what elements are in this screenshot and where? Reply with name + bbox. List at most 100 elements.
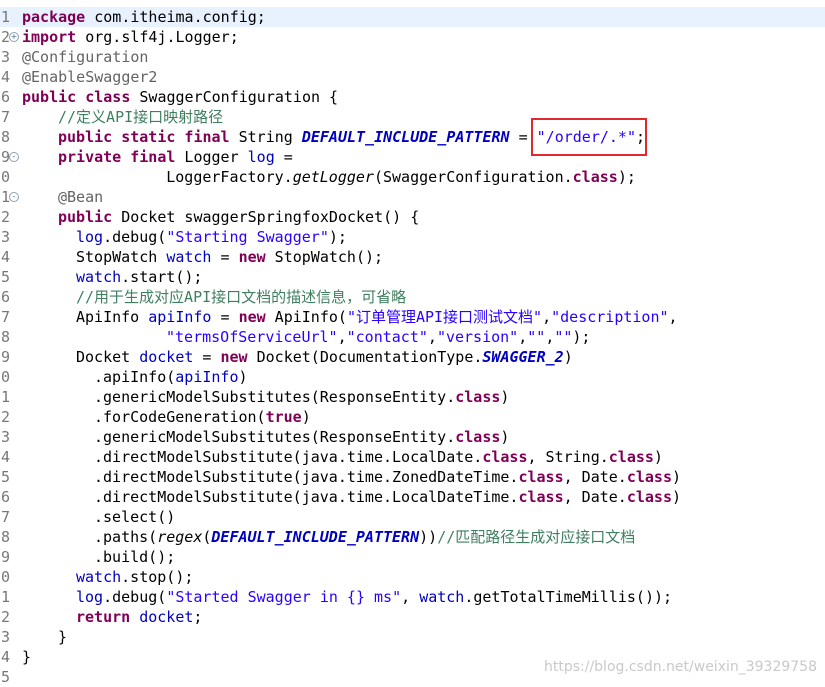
line-number: 9 bbox=[1, 548, 11, 566]
code-line[interactable]: 4 .directModelSubstitute(java.time.LocalD… bbox=[0, 447, 825, 467]
code-token: .apiInfo( bbox=[94, 368, 176, 386]
line-number: 6 bbox=[1, 288, 11, 306]
line-number: 6 bbox=[1, 88, 11, 106]
code-token: = bbox=[211, 248, 239, 266]
code-line[interactable]: 8 .paths(regex(DEFAULT_INCLUDE_PATTERN))/… bbox=[0, 527, 825, 547]
code-line[interactable]: 5 watch.start(); bbox=[0, 267, 825, 287]
code-token: log bbox=[247, 148, 275, 166]
code-token: "description" bbox=[551, 308, 669, 326]
code-token: ); bbox=[572, 328, 591, 346]
line-number: 1 bbox=[1, 8, 11, 26]
code-text: private final Logger log = bbox=[22, 147, 293, 167]
code-text: .build(); bbox=[22, 547, 175, 567]
code-text: watch.start(); bbox=[22, 267, 202, 287]
code-line[interactable]: 2 + import org.slf4j.Logger; bbox=[0, 27, 825, 47]
code-token: @EnableSwagger2 bbox=[22, 68, 158, 86]
code-line[interactable]: 3} bbox=[0, 627, 825, 647]
code-line[interactable]: 0 LoggerFactory.getLogger(SwaggerConfigu… bbox=[0, 167, 825, 187]
code-line[interactable]: 4 StopWatch watch = new StopWatch(); bbox=[0, 247, 825, 267]
line-number: 0 bbox=[1, 168, 11, 186]
code-token: , Date. bbox=[563, 468, 627, 486]
collapse-fold-icon[interactable]: - bbox=[9, 192, 19, 202]
line-number: 3 bbox=[1, 428, 11, 446]
code-line[interactable]: 6 .directModelSubstitute(java.time.LocalD… bbox=[0, 487, 825, 507]
code-token: regex bbox=[157, 528, 203, 546]
code-token: ; bbox=[193, 608, 203, 626]
code-token: (SwaggerConfiguration. bbox=[373, 168, 573, 186]
code-text: ApiInfo apiInfo = new ApiInfo("订单管理API接口… bbox=[22, 307, 678, 327]
code-token: .genericModelSubstitutes(ResponseEntity. bbox=[94, 428, 456, 446]
code-token: ) bbox=[238, 368, 248, 386]
code-line[interactable]: 3 log.debug("Starting Swagger"); bbox=[0, 227, 825, 247]
code-text: package com.itheima.config; bbox=[22, 7, 266, 27]
code-line[interactable]: 9- private final Logger log = bbox=[0, 147, 825, 167]
code-token: , bbox=[427, 328, 437, 346]
code-token: @Bean bbox=[58, 188, 104, 206]
code-text: .paths(regex(DEFAULT_INCLUDE_PATTERN))//… bbox=[22, 527, 635, 547]
code-line[interactable]: 7 //定义API接口映射路径 bbox=[0, 107, 825, 127]
code-token: org.slf4j.Logger; bbox=[85, 28, 239, 46]
line-number: 4 bbox=[1, 448, 11, 466]
code-token: String bbox=[229, 128, 302, 146]
code-token: docket bbox=[139, 608, 194, 626]
code-line[interactable]: 4 @EnableSwagger2 bbox=[0, 67, 825, 87]
code-token: )) bbox=[419, 528, 438, 546]
line-number: 4 bbox=[1, 68, 11, 86]
code-token: .getTotalTimeMillis()); bbox=[464, 588, 673, 606]
code-line[interactable]: 1 package com.itheima.config; bbox=[0, 7, 825, 27]
code-token: public class bbox=[22, 88, 131, 106]
code-token: ) bbox=[671, 488, 682, 506]
code-token: ); bbox=[328, 228, 347, 246]
code-line[interactable]: 1 log.debug("Started Swagger in {} ms", w… bbox=[0, 587, 825, 607]
code-line[interactable]: 1- @Bean bbox=[0, 187, 825, 207]
code-line[interactable]: 5 .directModelSubstitute(java.time.ZonedD… bbox=[0, 467, 825, 487]
code-line[interactable]: 9 Docket docket = new Docket(Documentatio… bbox=[0, 347, 825, 367]
code-token: Docket swaggerSpringfoxDocket() { bbox=[112, 208, 420, 226]
code-token: public bbox=[58, 208, 113, 226]
collapse-fold-icon[interactable]: - bbox=[9, 152, 19, 162]
code-text: @Bean bbox=[22, 187, 103, 207]
code-line[interactable]: 6 public class SwaggerConfiguration { bbox=[0, 87, 825, 107]
code-token: log bbox=[76, 228, 104, 246]
code-token: public static final bbox=[58, 128, 230, 146]
code-line[interactable]: 3 @Configuration bbox=[0, 47, 825, 67]
code-token: ApiInfo( bbox=[265, 308, 347, 326]
code-line[interactable]: 1 .genericModelSubstitutes(ResponseEntity… bbox=[0, 387, 825, 407]
code-line[interactable]: 8 public static final String DEFAULT_INCL… bbox=[0, 127, 825, 147]
code-token: .debug( bbox=[103, 228, 167, 246]
code-token: class bbox=[455, 428, 501, 446]
code-token: "contact" bbox=[346, 328, 428, 346]
code-token: , bbox=[518, 328, 528, 346]
code-line[interactable]: 7 .select() bbox=[0, 507, 825, 527]
code-editor[interactable]: 1 package com.itheima.config; 2 + import org… bbox=[0, 0, 825, 686]
code-line[interactable]: 8 "termsOfServiceUrl","contact","version"… bbox=[0, 327, 825, 347]
code-line[interactable]: 2 .forCodeGeneration(true) bbox=[0, 407, 825, 427]
code-text: } bbox=[22, 627, 67, 647]
code-token: //用于生成对应API接口文档的描述信息，可省略 bbox=[76, 288, 407, 306]
code-token: new bbox=[238, 248, 266, 266]
code-text: Docket docket = new Docket(Documentation… bbox=[22, 347, 573, 367]
code-line[interactable]: 3 .genericModelSubstitutes(ResponseEntity… bbox=[0, 427, 825, 447]
code-text: import org.slf4j.Logger; bbox=[22, 27, 239, 47]
code-token: private final bbox=[58, 148, 176, 166]
code-line[interactable]: 2 return docket; bbox=[0, 607, 825, 627]
line-number: 2 bbox=[1, 208, 11, 226]
code-line[interactable]: 7 ApiInfo apiInfo = new ApiInfo("订单管理API接… bbox=[0, 307, 825, 327]
code-token: DEFAULT_INCLUDE_PATTERN bbox=[211, 528, 420, 546]
code-token: watch bbox=[166, 248, 212, 266]
line-number: 7 bbox=[1, 108, 11, 126]
code-text: public Docket swaggerSpringfoxDocket() { bbox=[22, 207, 419, 227]
code-line[interactable]: 9 .build(); bbox=[0, 547, 825, 567]
code-token: //匹配路径生成对应接口文档 bbox=[437, 528, 636, 546]
line-number: 5 bbox=[1, 468, 11, 486]
code-token: import bbox=[22, 28, 77, 46]
code-token: class bbox=[518, 468, 564, 486]
code-line[interactable]: 0 .apiInfo(apiInfo) bbox=[0, 367, 825, 387]
line-number: 0 bbox=[1, 368, 11, 386]
highlight-box bbox=[531, 118, 647, 156]
code-line[interactable]: 6 //用于生成对应API接口文档的描述信息，可省略 bbox=[0, 287, 825, 307]
expand-fold-icon[interactable]: + bbox=[9, 32, 19, 42]
code-line[interactable]: 2 public Docket swaggerSpringfoxDocket() … bbox=[0, 207, 825, 227]
code-token: getLogger bbox=[292, 168, 374, 186]
code-line[interactable]: 0 watch.stop(); bbox=[0, 567, 825, 587]
